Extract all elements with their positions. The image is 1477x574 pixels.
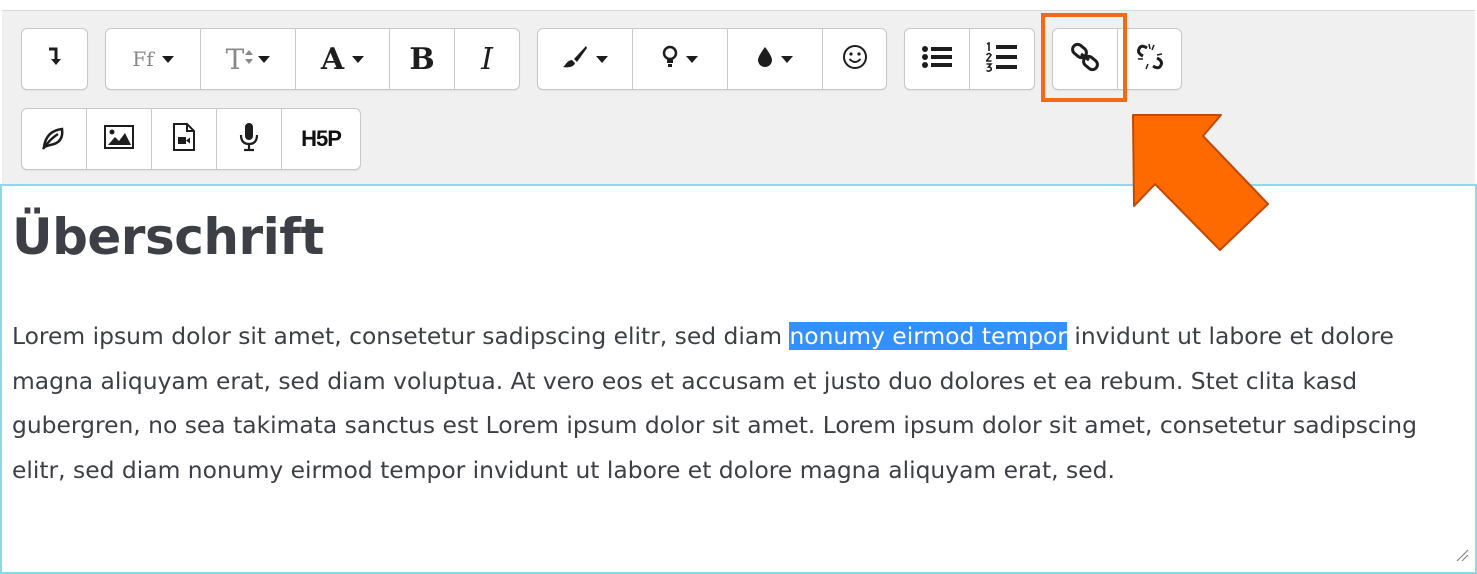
font-size-label: T <box>225 42 245 76</box>
resize-handle-icon[interactable] <box>1455 547 1469 566</box>
unlink-button[interactable] <box>1118 29 1181 89</box>
unlink-icon <box>1135 42 1165 76</box>
font-size-button[interactable]: T <box>201 29 296 89</box>
caret-down-icon <box>352 55 365 63</box>
bold-label: B <box>409 41 435 77</box>
ordered-list-button[interactable] <box>970 29 1034 89</box>
toolbar-group-text: Ff T A B I <box>105 28 520 90</box>
drop-icon <box>757 46 773 72</box>
paragraph-text-before: Lorem ipsum dolor sit amet, consetetur s… <box>12 322 790 350</box>
font-family-button[interactable]: Ff <box>106 29 201 89</box>
toolbar-group-style <box>537 28 887 90</box>
video-file-icon <box>173 123 195 155</box>
manage-files-button[interactable] <box>22 109 87 169</box>
toolbar-group-show-more <box>21 28 88 90</box>
content-paragraph: Lorem ipsum dolor sit amet, consetetur s… <box>12 314 1467 492</box>
selected-text: nonumy eirmod tempor <box>789 322 1067 350</box>
bullet-list-icon <box>922 45 952 73</box>
caret-down-icon <box>258 55 271 63</box>
emoji-button[interactable] <box>823 29 886 89</box>
font-color-button[interactable]: A <box>296 29 390 89</box>
caret-down-icon <box>781 55 793 63</box>
video-button[interactable] <box>152 109 217 169</box>
hint-button[interactable] <box>633 29 728 89</box>
italic-label: I <box>481 41 493 77</box>
pointer-arrow-icon <box>1132 114 1269 251</box>
microphone-icon <box>239 122 259 156</box>
font-color-label: A <box>320 41 345 77</box>
caret-down-icon <box>686 55 698 63</box>
paintbrush-icon <box>562 45 588 73</box>
lightbulb-icon <box>662 45 678 73</box>
show-more-button[interactable] <box>22 29 87 89</box>
smiley-icon <box>842 44 868 74</box>
font-family-label: Ff <box>132 47 154 71</box>
image-icon <box>104 125 134 153</box>
style-button[interactable] <box>538 29 633 89</box>
leaf-icon <box>40 123 68 155</box>
caret-down-icon <box>161 55 174 63</box>
background-color-button[interactable] <box>728 29 823 89</box>
italic-button[interactable]: I <box>455 29 519 89</box>
content-heading: Überschrift <box>12 208 324 266</box>
image-button[interactable] <box>87 109 152 169</box>
indent-arrow-icon <box>48 47 62 71</box>
unordered-list-button[interactable] <box>905 29 970 89</box>
bold-button[interactable]: B <box>390 29 455 89</box>
text-editor: Ff T A B I H5P Überschrift Lorem ipsum d… <box>0 0 1477 574</box>
h5p-label: H5P <box>301 126 342 151</box>
toolbar-group-media: H5P <box>21 108 361 170</box>
caret-down-icon <box>596 55 608 63</box>
h5p-button[interactable]: H5P <box>282 109 360 169</box>
font-size-arrows-icon <box>245 49 254 69</box>
link-button-highlight <box>1041 13 1127 102</box>
record-audio-button[interactable] <box>217 109 282 169</box>
toolbar-group-lists <box>904 28 1035 90</box>
numbered-list-icon <box>984 41 1018 76</box>
